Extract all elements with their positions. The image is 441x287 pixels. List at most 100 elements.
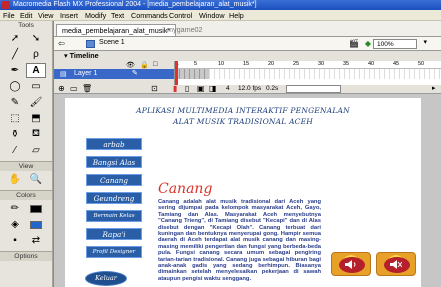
- menu-bar: File Edit View Insert Modify Text Comman…: [0, 10, 441, 21]
- pencil-tool-icon[interactable]: ✎: [5, 95, 25, 110]
- current-frame: 4: [226, 85, 230, 92]
- menu-view[interactable]: View: [38, 11, 53, 20]
- menu-help[interactable]: Help: [229, 11, 244, 20]
- add-layer-icon[interactable]: ⊕: [58, 84, 65, 94]
- scroll-right-icon[interactable]: ▸: [432, 84, 436, 94]
- ruler-tick: 30: [318, 61, 325, 67]
- delete-layer-icon[interactable]: 🗑: [82, 84, 92, 94]
- exit-button[interactable]: Keluar: [85, 271, 127, 286]
- nav-button-bermain-kelas[interactable]: Bermain Kelas: [86, 210, 142, 222]
- free-transform-tool-icon[interactable]: ⬚: [5, 111, 25, 126]
- onion-skin-icon[interactable]: ▮: [173, 84, 177, 94]
- text-tool-icon[interactable]: A: [26, 63, 46, 78]
- layer-icon: ▤: [60, 71, 67, 78]
- zoom-tool-icon[interactable]: 🔍: [26, 172, 46, 187]
- tool-grid: ➚ ➘ ╱ ρ ✒ A ◯ ▭ ✎ 🖌 ⬚ ⬒ ⚱ ⛾ ⁄ ▱: [0, 30, 52, 159]
- ruler-tick: 5: [194, 61, 198, 67]
- menu-edit[interactable]: Edit: [20, 11, 32, 20]
- fill-color-icon[interactable]: ◈: [5, 217, 25, 232]
- edit-scene-icon[interactable]: 🎬: [349, 39, 359, 48]
- ruler-tick: 50: [418, 61, 425, 67]
- stage[interactable]: APLIKASI MULTIMEDIA INTERAKTIF PENGENALA…: [65, 98, 421, 287]
- ink-bottle-tool-icon[interactable]: ⚱: [5, 127, 25, 142]
- window-title: Macromedia Flash MX Professional 2004 - …: [13, 1, 257, 8]
- layer-row[interactable]: ▤ Layer 1 ✎: [54, 69, 174, 79]
- default-colors-icon[interactable]: ▪: [5, 233, 25, 248]
- stroke-swatch[interactable]: [26, 201, 46, 216]
- menu-window[interactable]: Window: [199, 11, 225, 20]
- back-arrow-icon[interactable]: ⇦: [58, 39, 65, 48]
- menu-file[interactable]: File: [3, 11, 15, 20]
- color-tools: ✏ ◈ ▪ ⇄: [0, 200, 52, 249]
- edit-symbols-icon[interactable]: ◆: [365, 39, 371, 48]
- frames-grid[interactable]: 1 5 10 15 20 25 30 35 40 45 50: [174, 61, 441, 85]
- arrow-tool-icon[interactable]: ➚: [5, 31, 25, 46]
- paint-bucket-tool-icon[interactable]: ⛾: [26, 127, 46, 142]
- brush-tool-icon[interactable]: 🖌: [26, 95, 46, 110]
- eye-icon[interactable]: 👁: [126, 61, 135, 69]
- ruler-tick: 20: [268, 61, 275, 67]
- window-title-bar: Macromedia Flash MX Professional 2004 - …: [0, 0, 441, 10]
- menu-insert[interactable]: Insert: [60, 11, 78, 20]
- edit-frames-icon[interactable]: ▣: [197, 84, 205, 94]
- tools-panel: Tools ➚ ➘ ╱ ρ ✒ A ◯ ▭ ✎ 🖌 ⬚ ⬒ ⚱ ⛾ ⁄ ▱ Vi…: [0, 21, 53, 287]
- lock-icon[interactable]: 🔒: [140, 61, 149, 69]
- center-frame-icon[interactable]: ⊡: [151, 84, 158, 94]
- frame-ruler: 1 5 10 15 20 25 30 35 40 45 50: [175, 61, 441, 69]
- stage-title-line2: ALAT MUSIK TRADISIONAL ACEH: [172, 117, 314, 126]
- menu-commands[interactable]: Commands: [131, 11, 168, 20]
- eraser-tool-icon[interactable]: ▱: [26, 143, 46, 158]
- lasso-tool-icon[interactable]: ρ: [26, 47, 46, 62]
- stage-title-line1: APLIKASI MULTIMEDIA INTERAKTIF PENGENALA…: [136, 106, 350, 115]
- frame-strip[interactable]: [175, 69, 441, 79]
- onion-markers-icon[interactable]: ◨: [209, 84, 217, 94]
- scene-bar: ⇦ Scene 1 🎬 ◆ 100% ▾: [54, 36, 441, 51]
- ruler-tick: 45: [393, 61, 400, 67]
- speaker-mute-icon: [390, 260, 402, 269]
- timeline-status-bar: ⊕ ▭ 🗑 ⊡ ▮ ▯ ▣ ◨ 4 12.0 fps 0.2s ▸: [54, 84, 441, 94]
- pen-tool-icon[interactable]: ✒: [5, 63, 25, 78]
- hand-tool-icon[interactable]: ✋: [5, 172, 25, 187]
- menu-modify[interactable]: Modify: [85, 11, 106, 20]
- timeline-title: Timeline: [69, 51, 99, 60]
- tab-media-pembelajaran[interactable]: media_pembelajaran_alat_musik*: [56, 24, 177, 36]
- playhead[interactable]: [175, 61, 178, 85]
- onion-outline-icon[interactable]: ▯: [185, 84, 189, 94]
- document-window: media_pembelajaran_alat_musik* mygame02 …: [54, 21, 441, 287]
- menu-text[interactable]: Text: [111, 11, 124, 20]
- swap-colors-icon[interactable]: ⇄: [26, 233, 46, 248]
- layer-name: Layer 1: [74, 70, 98, 77]
- nav-button-geundreng[interactable]: Geundreng: [86, 192, 142, 204]
- eyedropper-tool-icon[interactable]: ⁄: [5, 143, 25, 158]
- scene-name: Scene 1: [99, 39, 125, 46]
- nav-button-profil-designer[interactable]: Profil Designer: [86, 246, 142, 258]
- scene-icon: [86, 40, 95, 48]
- nav-button-canang[interactable]: Canang: [86, 174, 142, 186]
- fill-transform-tool-icon[interactable]: ⬒: [26, 111, 46, 126]
- ruler-tick: 25: [293, 61, 300, 67]
- stop-sound-button[interactable]: [376, 252, 416, 276]
- timeline-scrollbar[interactable]: [286, 85, 341, 93]
- menu-control[interactable]: Control: [169, 11, 192, 20]
- fill-swatch[interactable]: [26, 217, 46, 232]
- subselect-tool-icon[interactable]: ➘: [26, 31, 46, 46]
- timeline-header: ▾ Timeline: [54, 51, 441, 61]
- pencil-icon: ✎: [132, 70, 138, 77]
- keyframes[interactable]: [175, 69, 209, 79]
- oval-tool-icon[interactable]: ◯: [5, 79, 25, 94]
- chevron-down-icon[interactable]: ▾: [423, 38, 427, 46]
- tab-mygame02[interactable]: mygame02: [162, 24, 208, 36]
- play-sound-button[interactable]: [331, 252, 371, 276]
- line-tool-icon[interactable]: ╱: [5, 47, 25, 62]
- rectangle-tool-icon[interactable]: ▭: [26, 79, 46, 94]
- stroke-color-icon[interactable]: ✏: [5, 201, 25, 216]
- options-section-title: Options: [0, 251, 52, 261]
- add-folder-icon[interactable]: ▭: [70, 84, 78, 94]
- nav-button-bangsi-alas[interactable]: Bangsi Alas: [86, 156, 142, 168]
- elapsed-time: 0.2s: [266, 85, 279, 92]
- outline-icon[interactable]: □: [153, 61, 157, 68]
- nav-button-arbab[interactable]: arbab: [86, 138, 142, 150]
- zoom-select[interactable]: 100%: [373, 39, 417, 49]
- speaker-icon: [345, 260, 356, 269]
- nav-button-rapai[interactable]: Rapa'i: [86, 228, 142, 240]
